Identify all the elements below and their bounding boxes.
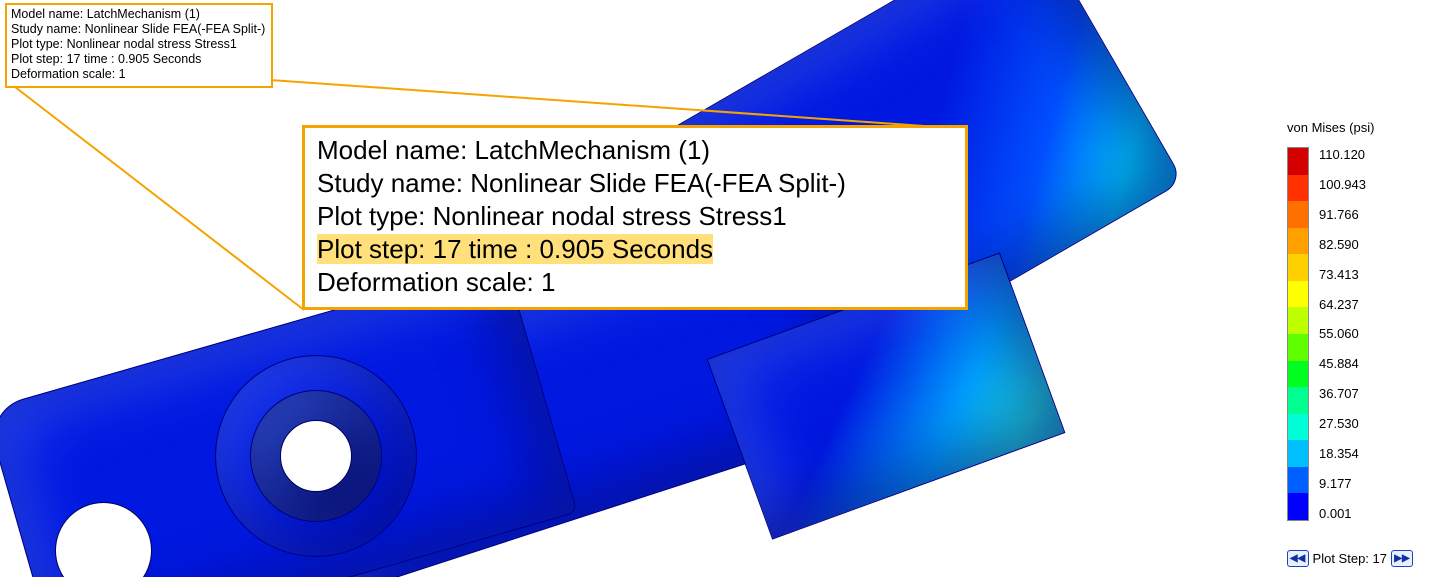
plot-step-stepper: ◀◀ Plot Step: 17 ▶▶ [1285,550,1415,567]
caption-plottype: Plot type: Nonlinear nodal stress Stress… [11,37,265,52]
legend-value: 36.707 [1319,386,1366,401]
legend-value: 18.354 [1319,446,1366,461]
plot-step-label: Plot Step: 17 [1313,551,1387,566]
plot-step-prev-button[interactable]: ◀◀ [1287,550,1309,567]
legend-value: 0.001 [1319,506,1366,521]
legend-value: 55.060 [1319,326,1366,341]
legend-value: 73.413 [1319,267,1366,282]
caption-step: Plot step: 17 time : 0.905 Seconds [11,52,265,67]
caption-deform: Deformation scale: 1 [11,67,265,82]
fea-viewport[interactable]: Model name: LatchMechanism (1) Study nam… [0,0,1437,577]
legend-value: 45.884 [1319,356,1366,371]
legend-labels: 110.120 100.943 91.766 82.590 73.413 64.237 55… [1319,147,1366,521]
caption-model: Model name: LatchMechanism (1) [317,134,953,167]
legend-colorbar [1287,147,1309,521]
caption-study: Study name: Nonlinear Slide FEA(-FEA Spl… [317,167,953,200]
legend-value: 91.766 [1319,207,1366,222]
legend-value: 110.120 [1319,147,1366,162]
caption-deform: Deformation scale: 1 [317,266,953,299]
caption-step-highlighted: Plot step: 17 time : 0.905 Seconds [317,233,953,266]
legend-title: von Mises (psi) [1287,120,1405,135]
legend-value: 100.943 [1319,177,1366,192]
legend-value: 9.177 [1319,476,1366,491]
caption-plottype: Plot type: Nonlinear nodal stress Stress… [317,200,953,233]
stress-legend: von Mises (psi) 110.120 100.943 91.766 82.5… [1287,120,1405,521]
plot-caption-small: Model name: LatchMechanism (1) Study nam… [5,3,273,88]
legend-value: 27.530 [1319,416,1366,431]
caption-study: Study name: Nonlinear Slide FEA(-FEA Spl… [11,22,265,37]
plot-step-next-button[interactable]: ▶▶ [1391,550,1413,567]
legend-value: 82.590 [1319,237,1366,252]
caption-model: Model name: LatchMechanism (1) [11,7,265,22]
plot-caption-zoom: Model name: LatchMechanism (1) Study nam… [302,125,968,310]
legend-value: 64.237 [1319,297,1366,312]
